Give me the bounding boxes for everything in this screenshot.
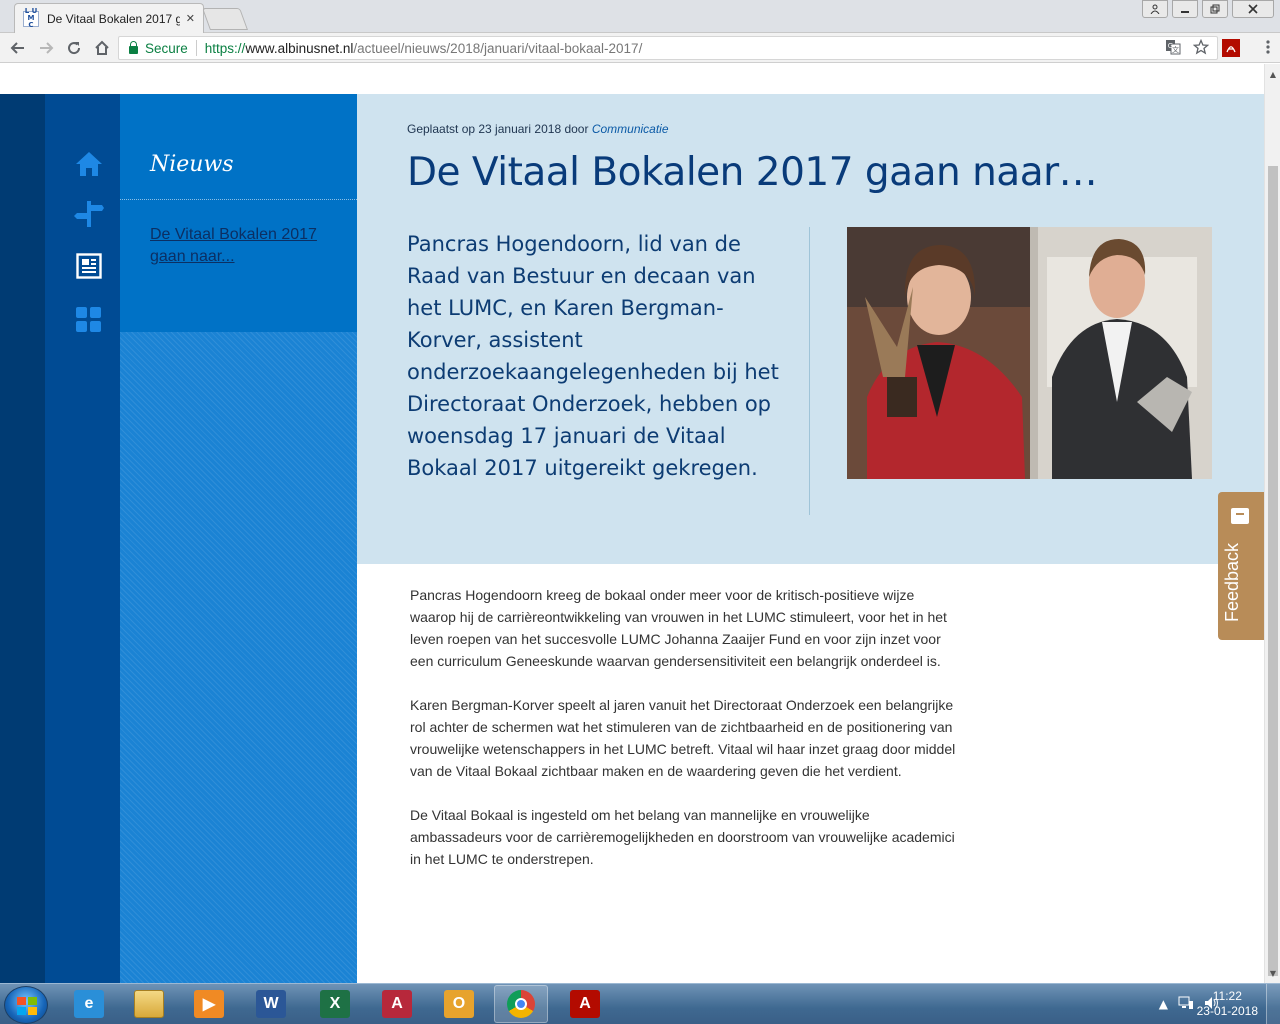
meta-posted: Geplaatst op 23 januari 2018 door xyxy=(407,122,589,136)
tray-expand-icon[interactable]: ▲ xyxy=(1159,997,1168,1011)
url-path: /actueel/nieuws/2018/januari/vitaal-boka… xyxy=(353,40,643,56)
acrobat-icon: A xyxy=(570,990,600,1018)
svg-text:G: G xyxy=(1168,42,1173,50)
taskbar-outlook-button[interactable]: O xyxy=(432,985,486,1023)
taskbar-acrobat-button[interactable]: A xyxy=(558,985,612,1023)
system-clock[interactable]: 11:22 23-01-2018 xyxy=(1197,989,1258,1019)
taskbar-media-player-button[interactable]: ▶ xyxy=(182,985,236,1023)
lead-divider xyxy=(809,227,810,515)
network-icon[interactable] xyxy=(1178,996,1194,1013)
news-icon[interactable] xyxy=(73,250,105,282)
internet-explorer-icon: e xyxy=(74,990,104,1018)
article-hero: Geplaatst op 23 januari 2018 door Commun… xyxy=(357,94,1264,564)
file-explorer-icon xyxy=(134,990,164,1018)
window-controls xyxy=(1142,0,1274,18)
access-icon: A xyxy=(382,990,412,1018)
taskbar-excel-button[interactable]: X xyxy=(308,985,362,1023)
reload-icon[interactable] xyxy=(60,34,88,62)
close-window-button[interactable] xyxy=(1232,0,1274,18)
feedback-button[interactable]: Feedback xyxy=(1218,492,1264,640)
article-photo xyxy=(847,227,1212,479)
browser-tab-strip: L UM C De Vitaal Bokalen 2017 g ✕ xyxy=(0,0,1280,33)
subnav-header-block: Nieuws De Vitaal Bokalen 2017 gaan naar.… xyxy=(120,94,357,332)
article-meta: Geplaatst op 23 januari 2018 door Commun… xyxy=(407,122,669,136)
grid-icon[interactable] xyxy=(73,304,105,336)
minimize-button[interactable] xyxy=(1172,0,1198,18)
article-lead: Pancras Hogendoorn, lid van de Raad van … xyxy=(407,232,779,480)
scroll-up-icon[interactable]: ▲ xyxy=(1265,66,1280,82)
acrobat-extension-icon[interactable] xyxy=(1222,39,1240,57)
taskbar-internet-explorer-button[interactable]: e xyxy=(62,985,116,1023)
bookmark-star-icon[interactable] xyxy=(1192,38,1210,58)
url-host: www.albinusnet.nl xyxy=(245,40,354,56)
omnibox-separator xyxy=(195,40,197,56)
show-desktop-button[interactable] xyxy=(1266,984,1280,1024)
forward-icon[interactable] xyxy=(32,34,60,62)
home-icon[interactable] xyxy=(73,148,105,180)
signpost-icon[interactable] xyxy=(73,198,105,230)
body-paragraph: De Vitaal Bokaal is ingesteld om het bel… xyxy=(410,807,955,867)
taskbar-chrome-button[interactable] xyxy=(494,985,548,1023)
back-icon[interactable] xyxy=(4,34,32,62)
translate-icon[interactable]: 文G xyxy=(1165,39,1181,58)
word-icon: W xyxy=(256,990,286,1018)
taskbar-access-button[interactable]: A xyxy=(370,985,424,1023)
body-paragraph: Karen Bergman-Korver speelt al jaren van… xyxy=(410,697,956,779)
lock-icon xyxy=(129,41,138,54)
meta-author-link[interactable]: Communicatie xyxy=(592,122,669,136)
subnav-pattern xyxy=(120,332,357,983)
clock-date: 23-01-2018 xyxy=(1196,1004,1258,1018)
lumc-favicon-icon: L UM C xyxy=(23,7,39,29)
new-tab-button[interactable] xyxy=(201,8,249,30)
section-subnav: Nieuws De Vitaal Bokalen 2017 gaan naar.… xyxy=(120,94,357,983)
outlook-icon: O xyxy=(444,990,474,1018)
profile-icon[interactable] xyxy=(1142,0,1168,18)
subnav-item-article[interactable]: De Vitaal Bokalen 2017 gaan naar... xyxy=(150,224,340,268)
icon-rail xyxy=(45,94,120,983)
page-viewport: Nieuws De Vitaal Bokalen 2017 gaan naar.… xyxy=(0,64,1264,983)
subnav-divider xyxy=(120,199,357,200)
outer-rail xyxy=(0,94,45,983)
windows-logo-icon xyxy=(17,997,37,1015)
article-body: Pancras Hogendoorn kreeg de bokaal onder… xyxy=(410,584,960,892)
scrollbar-thumb[interactable] xyxy=(1268,166,1278,976)
browser-tab[interactable]: L UM C De Vitaal Bokalen 2017 g ✕ xyxy=(14,3,204,33)
start-button[interactable] xyxy=(4,986,48,1024)
tab-title: De Vitaal Bokalen 2017 g xyxy=(47,11,180,26)
page-title: De Vitaal Bokalen 2017 gaan naar… xyxy=(407,150,1098,195)
url-scheme: https:// xyxy=(204,40,246,56)
security-label: Secure xyxy=(145,40,188,56)
page-scrollbar[interactable]: ▲ ▼ xyxy=(1264,64,1280,983)
body-paragraph: Pancras Hogendoorn kreeg de bokaal onder… xyxy=(410,587,947,669)
clock-time: 11:22 xyxy=(1212,989,1242,1003)
excel-icon: X xyxy=(320,990,350,1018)
feedback-label: Feedback xyxy=(1222,542,1242,622)
taskbar-file-explorer-button[interactable] xyxy=(122,985,176,1023)
address-bar[interactable]: Secure https://www.albinusnet.nl/actueel… xyxy=(118,36,1218,60)
home-button-icon[interactable] xyxy=(88,34,116,62)
subnav-title: Nieuws xyxy=(150,152,234,177)
restore-button[interactable] xyxy=(1202,0,1228,18)
chrome-icon xyxy=(507,990,535,1018)
scroll-down-icon[interactable]: ▼ xyxy=(1265,965,1280,981)
browser-menu-icon[interactable] xyxy=(1266,39,1270,59)
media-player-icon: ▶ xyxy=(194,990,224,1018)
taskbar: e ▶ W X A O A ▲ 11:22 23-01-2018 xyxy=(0,983,1280,1024)
tab-close-icon[interactable]: ✕ xyxy=(186,12,195,25)
taskbar-word-button[interactable]: W xyxy=(244,985,298,1023)
browser-toolbar: Secure https://www.albinusnet.nl/actueel… xyxy=(0,33,1280,63)
